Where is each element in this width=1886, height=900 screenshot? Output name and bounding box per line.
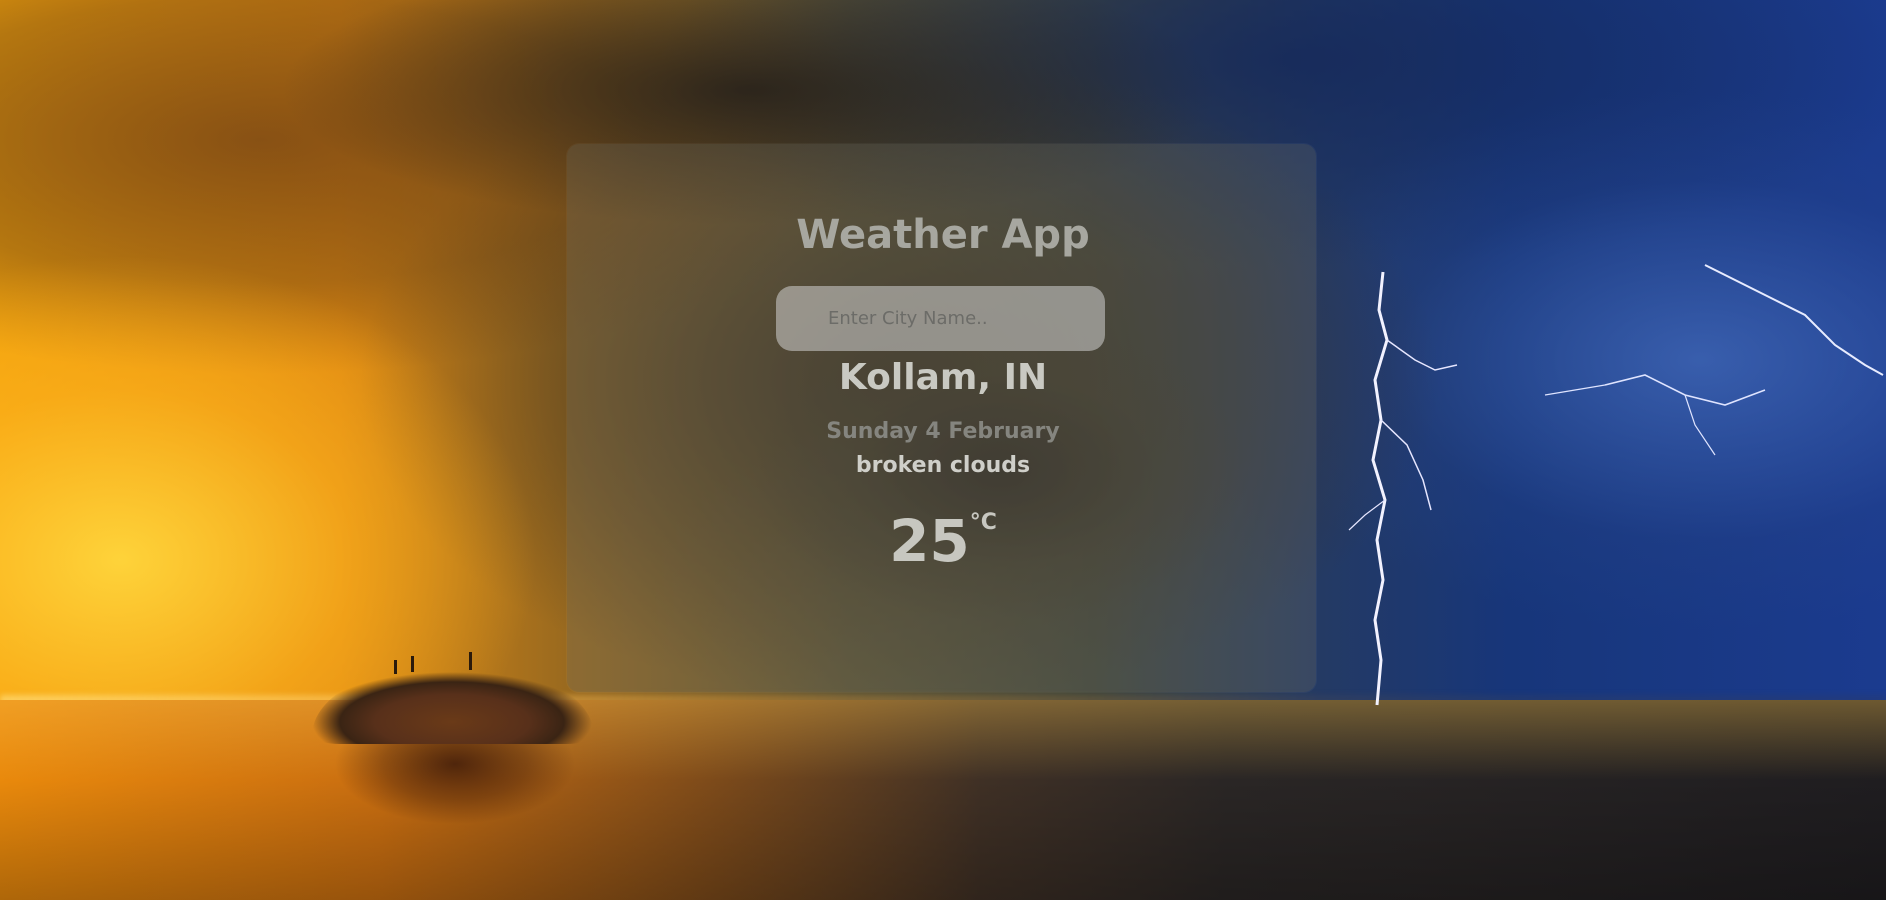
city-search-input[interactable] bbox=[776, 286, 1105, 351]
app-title: Weather App bbox=[796, 212, 1090, 258]
location-name: Kollam, IN bbox=[838, 357, 1048, 398]
sea-reflection bbox=[0, 700, 1886, 900]
temperature-value: 25 bbox=[889, 507, 970, 575]
island-reflection bbox=[325, 744, 587, 854]
lightning-bolt bbox=[1348, 271, 1458, 706]
palm-tree bbox=[411, 656, 414, 672]
temperature-unit: °C bbox=[969, 510, 997, 535]
palm-tree bbox=[394, 660, 397, 674]
weather-condition: broken clouds bbox=[855, 453, 1031, 478]
current-date: Sunday 4 February bbox=[826, 419, 1060, 444]
temperature-display: 25°C bbox=[0, 506, 1886, 576]
app-background: Weather App Kollam, IN Sunday 4 February… bbox=[0, 0, 1886, 900]
palm-tree bbox=[469, 652, 472, 670]
